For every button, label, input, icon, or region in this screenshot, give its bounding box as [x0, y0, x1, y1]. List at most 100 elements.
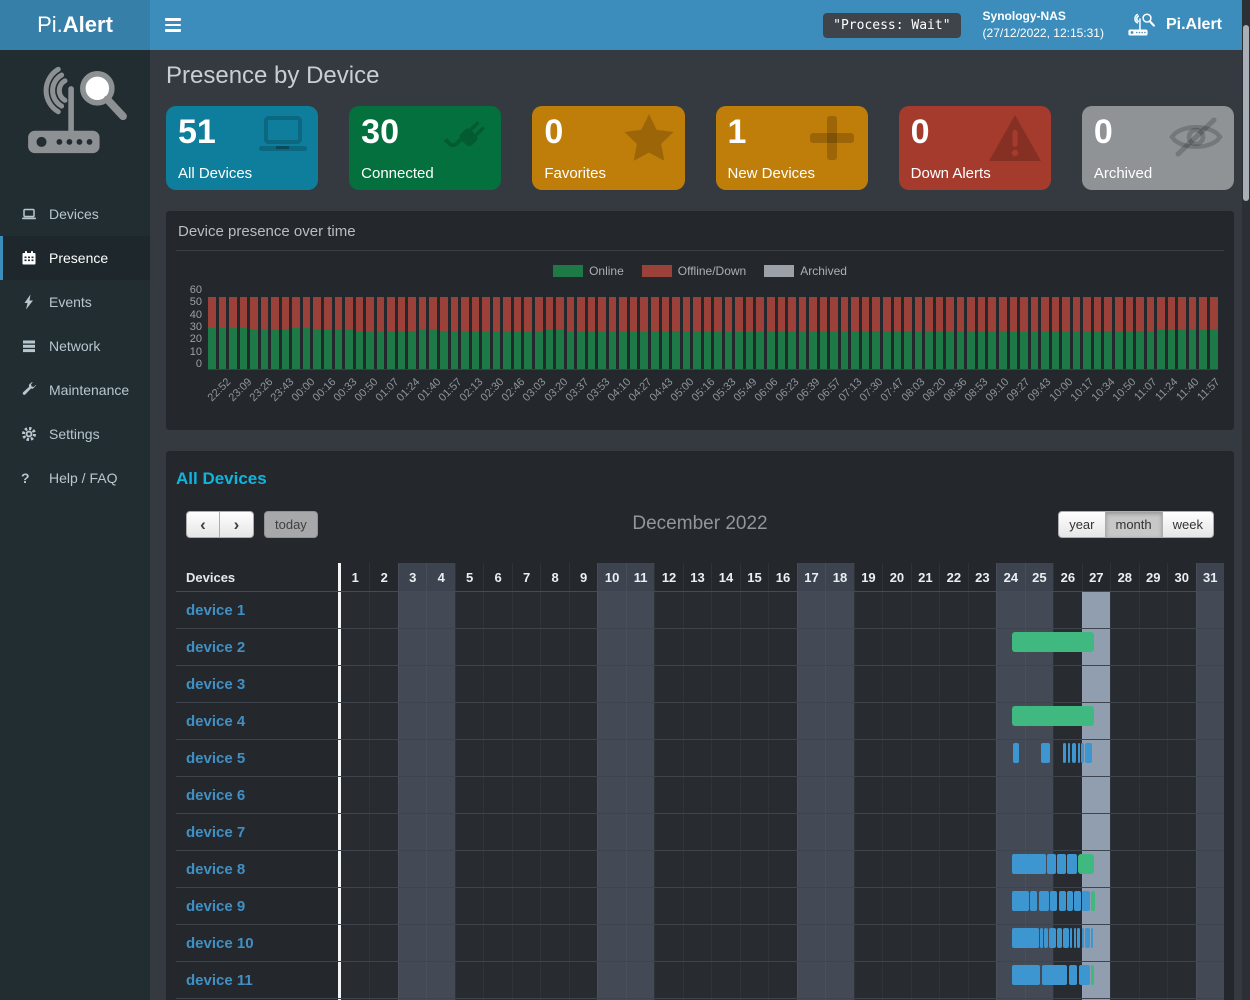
sidebar-item-help-faq[interactable]: ?Help / FAQ: [0, 456, 150, 500]
presence-segment[interactable]: [1057, 928, 1061, 948]
presence-segment[interactable]: [1081, 743, 1084, 763]
chart-bar: [851, 284, 859, 369]
card-all-devices[interactable]: 51All Devices: [166, 106, 318, 190]
device-link-device-11[interactable]: device 11: [176, 962, 338, 998]
gear-icon: [21, 426, 37, 442]
presence-segment[interactable]: [1079, 965, 1090, 985]
presence-segment[interactable]: [1078, 743, 1081, 763]
day-cell: [882, 740, 910, 776]
sidebar-item-network[interactable]: Network: [0, 324, 150, 368]
presence-segment-online-now[interactable]: [1012, 706, 1095, 726]
card-favorites[interactable]: 0Favorites: [532, 106, 684, 190]
day-cell: [1025, 592, 1053, 628]
device-link-device-9[interactable]: device 9: [176, 888, 338, 924]
presence-segment[interactable]: [1082, 891, 1090, 911]
presence-segment[interactable]: [1040, 928, 1042, 948]
presence-segment[interactable]: [1012, 854, 1046, 874]
presence-segment[interactable]: [1077, 928, 1080, 948]
card-down-alerts[interactable]: 0Down Alerts: [899, 106, 1051, 190]
day-cell: [854, 925, 882, 961]
device-link-device-10[interactable]: device 10: [176, 925, 338, 961]
x-tick-label: 06:23: [773, 376, 801, 404]
presence-segment[interactable]: [1067, 854, 1077, 874]
card-archived[interactable]: 0Archived: [1082, 106, 1234, 190]
sidebar-item-devices[interactable]: Devices: [0, 192, 150, 236]
presence-segment[interactable]: [1063, 743, 1066, 763]
presence-segment-online-now[interactable]: [1091, 891, 1095, 911]
sidebar-item-settings[interactable]: Settings: [0, 412, 150, 456]
device-link-device-2[interactable]: device 2: [176, 629, 338, 665]
presence-segment[interactable]: [1074, 891, 1080, 911]
calendar-view-week-button[interactable]: week: [1163, 511, 1214, 538]
presence-segment[interactable]: [1012, 928, 1039, 948]
device-link-device-4[interactable]: device 4: [176, 703, 338, 739]
day-cell: [626, 851, 654, 887]
presence-segment[interactable]: [1030, 891, 1037, 911]
day-cell: [1139, 777, 1167, 813]
day-cell: [1167, 592, 1195, 628]
card-connected[interactable]: 30Connected: [349, 106, 501, 190]
card-new-devices[interactable]: 1New Devices: [716, 106, 868, 190]
navbar-brand[interactable]: Pi.Alert: [1126, 12, 1222, 38]
presence-segment-online-now[interactable]: [1078, 854, 1094, 874]
device-link-device-6[interactable]: device 6: [176, 777, 338, 813]
legend-item-online[interactable]: Online: [553, 264, 624, 278]
sidebar-item-presence[interactable]: Presence: [0, 236, 150, 280]
device-link-device-7[interactable]: device 7: [176, 814, 338, 850]
presence-segment[interactable]: [1047, 854, 1056, 874]
x-tick-label: 08:03: [900, 376, 928, 404]
presence-segment[interactable]: [1072, 743, 1077, 763]
presence-segment[interactable]: [1059, 891, 1066, 911]
sidebar-toggle-button[interactable]: [150, 0, 195, 50]
presence-segment[interactable]: [1039, 891, 1049, 911]
presence-segment[interactable]: [1091, 928, 1093, 948]
day-cell: [512, 740, 540, 776]
app-logo[interactable]: Pi.Alert: [0, 0, 150, 50]
presence-segment[interactable]: [1042, 965, 1068, 985]
presence-segment[interactable]: [1063, 928, 1069, 948]
presence-segment[interactable]: [1012, 891, 1029, 911]
y-tick-label: 30: [190, 321, 202, 333]
chart-bar: [429, 284, 437, 369]
chart-bar: [704, 284, 712, 369]
legend-item-archived[interactable]: Archived: [764, 264, 847, 278]
presence-segment[interactable]: [1068, 743, 1070, 763]
legend-item-offline-down[interactable]: Offline/Down: [642, 264, 746, 278]
device-link-device-3[interactable]: device 3: [176, 666, 338, 702]
sidebar-item-maintenance[interactable]: Maintenance: [0, 368, 150, 412]
presence-segment[interactable]: [1041, 743, 1050, 763]
day-cell: [341, 666, 369, 702]
day-header-17: 17: [797, 563, 825, 591]
day-cell: [882, 888, 910, 924]
calendar-view-month-button[interactable]: month: [1106, 511, 1163, 538]
x-tick-label: 10:00: [1047, 376, 1075, 404]
sidebar-item-label: Maintenance: [49, 382, 129, 398]
presence-segment[interactable]: [1082, 928, 1084, 948]
presence-segment[interactable]: [1050, 891, 1057, 911]
scrollbar-thumb[interactable]: [1243, 25, 1249, 201]
device-link-device-5[interactable]: device 5: [176, 740, 338, 776]
presence-segment[interactable]: [1085, 928, 1090, 948]
day-header-27: 27: [1082, 563, 1110, 591]
x-tick-label: 07:30: [858, 376, 886, 404]
sidebar-item-events[interactable]: Events: [0, 280, 150, 324]
calendar-view-year-button[interactable]: year: [1058, 511, 1105, 538]
presence-segment-online-now[interactable]: [1012, 632, 1095, 652]
presence-segment[interactable]: [1049, 928, 1056, 948]
presence-segment[interactable]: [1057, 854, 1066, 874]
device-link-device-8[interactable]: device 8: [176, 851, 338, 887]
presence-segment[interactable]: [1069, 965, 1078, 985]
presence-segment[interactable]: [1085, 743, 1092, 763]
y-tick-label: 0: [196, 358, 202, 370]
day-cell: [369, 740, 397, 776]
day-cell: [968, 851, 996, 887]
device-link-device-1[interactable]: device 1: [176, 592, 338, 628]
presence-segment[interactable]: [1044, 928, 1048, 948]
presence-segment-online-now[interactable]: [1091, 965, 1094, 985]
device-row: device 3: [176, 666, 1224, 703]
presence-segment[interactable]: [1067, 891, 1073, 911]
day-cell: [825, 814, 853, 850]
presence-segment[interactable]: [1013, 743, 1020, 763]
presence-segment[interactable]: [1074, 928, 1077, 948]
presence-segment[interactable]: [1012, 965, 1040, 985]
